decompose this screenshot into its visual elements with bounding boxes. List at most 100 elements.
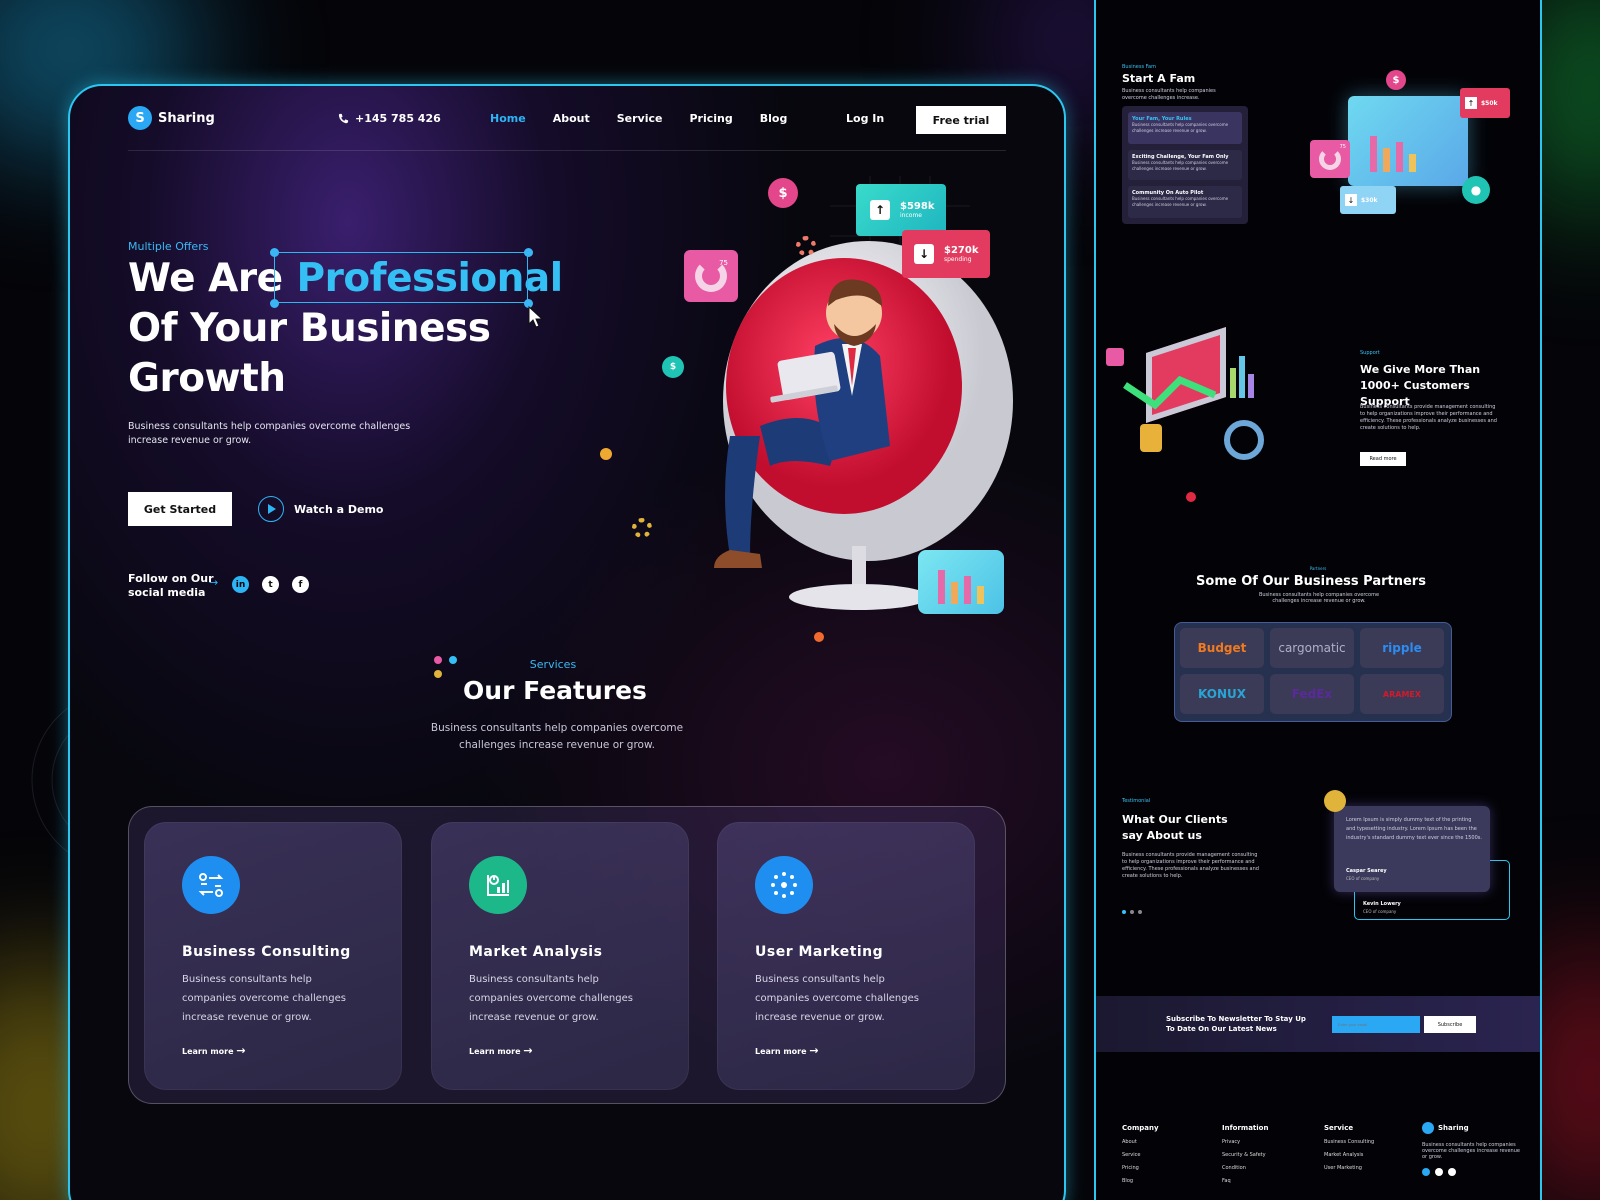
feature-card[interactable]: Business Consulting Business consultants…	[144, 822, 402, 1090]
income-label: income	[900, 212, 922, 219]
feature-title: Business Consulting	[182, 944, 351, 960]
dot-decoration	[814, 632, 824, 642]
logo-icon	[1422, 1122, 1434, 1134]
fam-item[interactable]: Community On Auto Pilot Business consult…	[1128, 186, 1242, 218]
subscribe-button[interactable]: Subscribe	[1424, 1016, 1476, 1033]
read-more-button[interactable]: Read more	[1360, 452, 1406, 466]
footer-link[interactable]: User Marketing	[1324, 1165, 1374, 1171]
newsletter-text: Subscribe To Newsletter To Stay Up To Da…	[1166, 1015, 1306, 1033]
selection-handle[interactable]	[270, 299, 279, 308]
learn-more-link[interactable]: Learn more →	[755, 1044, 819, 1057]
page-preview-panel: Business Fam Start A Fam Business consul…	[1094, 0, 1542, 1200]
facebook-icon[interactable]: f	[292, 576, 309, 593]
partner-logo[interactable]: ripple	[1360, 628, 1444, 668]
footer-link[interactable]: Security & Safety	[1222, 1152, 1268, 1158]
carousel-dots[interactable]	[1122, 910, 1142, 914]
brand-logo[interactable]: S Sharing	[128, 106, 215, 130]
nav-service[interactable]: Service	[617, 112, 663, 125]
features-title: Our Features	[463, 676, 647, 705]
footer-link[interactable]: Condition	[1222, 1165, 1268, 1171]
fam-percent: 75	[1339, 144, 1346, 150]
footer-link[interactable]: Service	[1122, 1152, 1159, 1158]
fam-item[interactable]: Exciting Challenge, Your Fam Only Busine…	[1128, 150, 1242, 180]
bar-chart-chip	[918, 550, 1004, 614]
nav-divider	[128, 150, 1006, 151]
login-link[interactable]: Log In	[846, 112, 884, 125]
dollar-coin-icon: $	[1386, 70, 1406, 90]
partner-logo[interactable]: cargomatic	[1270, 628, 1354, 668]
arrow-right-icon: →	[209, 576, 219, 589]
footer-brand[interactable]: Sharing	[1422, 1122, 1469, 1134]
selection-handle[interactable]	[524, 248, 533, 257]
phone-icon	[338, 113, 349, 124]
quote-role: CEO of company	[1346, 876, 1380, 881]
footer-heading: Company	[1122, 1124, 1159, 1132]
exchange-icon	[182, 856, 240, 914]
twitter-icon[interactable]	[1435, 1168, 1443, 1176]
footer-heading: Information	[1222, 1124, 1269, 1132]
footer-link[interactable]: Business Consulting	[1324, 1139, 1374, 1145]
linkedin-icon[interactable]: in	[232, 576, 249, 593]
nav-pricing[interactable]: Pricing	[689, 112, 732, 125]
partners-description: Business consultants help companies over…	[1258, 592, 1380, 604]
partner-logo[interactable]: ARAMEX	[1360, 674, 1444, 714]
social-label-line1: Follow on Our	[128, 572, 214, 585]
hero-description: Business consultants help companies over…	[128, 421, 411, 446]
get-started-button[interactable]: Get Started	[128, 492, 232, 526]
gear-icon	[632, 518, 652, 538]
cursor-icon	[528, 306, 544, 328]
footer-link[interactable]: Privacy	[1222, 1139, 1268, 1145]
avatar	[1324, 790, 1346, 812]
footer-link[interactable]: About	[1122, 1139, 1159, 1145]
footer-link[interactable]: Market Analysis	[1324, 1152, 1374, 1158]
nav-phone[interactable]: +145 785 426	[338, 112, 441, 125]
free-trial-button[interactable]: Free trial	[916, 106, 1006, 134]
partner-logo[interactable]: Budget	[1180, 628, 1264, 668]
fam-item[interactable]: Your Fam, Your Rules Business consultant…	[1128, 112, 1242, 144]
fam-title: Start A Fam	[1122, 72, 1196, 85]
features-description: Business consultants help companies over…	[430, 722, 684, 751]
selection-handle[interactable]	[270, 248, 279, 257]
dashboard-illustration	[1348, 96, 1468, 186]
arrow-up-icon: ↑	[870, 200, 890, 220]
learn-more-link[interactable]: Learn more →	[469, 1044, 533, 1057]
footer-link[interactable]: Blog	[1122, 1178, 1159, 1184]
progress-chip: 75	[684, 250, 738, 302]
quote-text: Lorem Ipsum is simply dummy text of the …	[1346, 817, 1482, 841]
value-chip: ↓ $30k	[1340, 186, 1396, 214]
user-icon: ●	[1462, 176, 1490, 204]
arrow-down-icon: ↓	[1345, 194, 1357, 206]
twitter-icon[interactable]: t	[262, 576, 279, 593]
arrow-down-icon: ↓	[914, 244, 934, 264]
learn-more-link[interactable]: Learn more →	[182, 1044, 246, 1057]
hero-title-part1: We Are	[128, 256, 283, 301]
partner-logo[interactable]: KONUX	[1180, 674, 1264, 714]
footer-link[interactable]: Faq	[1222, 1178, 1268, 1184]
feature-card[interactable]: User Marketing Business consultants help…	[717, 822, 975, 1090]
learn-more-label: Learn more	[182, 1047, 234, 1056]
quote-name: Caspar Searey	[1346, 868, 1387, 874]
fam-label: Business Fam	[1122, 64, 1156, 70]
chart-icon	[469, 856, 527, 914]
quote2-role: CEO of company	[1363, 909, 1397, 914]
footer-company: Company About Service Pricing Blog	[1122, 1124, 1159, 1184]
income-value: $598k	[900, 201, 935, 212]
nav-home[interactable]: Home	[490, 112, 526, 125]
spending-label: spending	[944, 256, 972, 263]
main-nav: Home About Service Pricing Blog	[490, 112, 787, 125]
feature-text: Business consultants help companies over…	[469, 974, 633, 1023]
feature-title: User Marketing	[755, 944, 884, 960]
nav-blog[interactable]: Blog	[760, 112, 788, 125]
fam-description: Business consultants help companies over…	[1122, 88, 1216, 101]
linkedin-icon[interactable]	[1422, 1168, 1430, 1176]
partner-logo[interactable]: FedEx	[1270, 674, 1354, 714]
income-card: ↑ $598k income	[856, 184, 946, 236]
nav-about[interactable]: About	[553, 112, 590, 125]
watch-demo-button[interactable]: Watch a Demo	[258, 496, 383, 522]
facebook-icon[interactable]	[1448, 1168, 1456, 1176]
feature-card[interactable]: Market Analysis Business consultants hel…	[431, 822, 689, 1090]
footer-link[interactable]: Pricing	[1122, 1165, 1159, 1171]
newsletter-email-input[interactable]	[1332, 1016, 1420, 1033]
network-icon	[755, 856, 813, 914]
footer-brand-name: Sharing	[1438, 1124, 1469, 1132]
